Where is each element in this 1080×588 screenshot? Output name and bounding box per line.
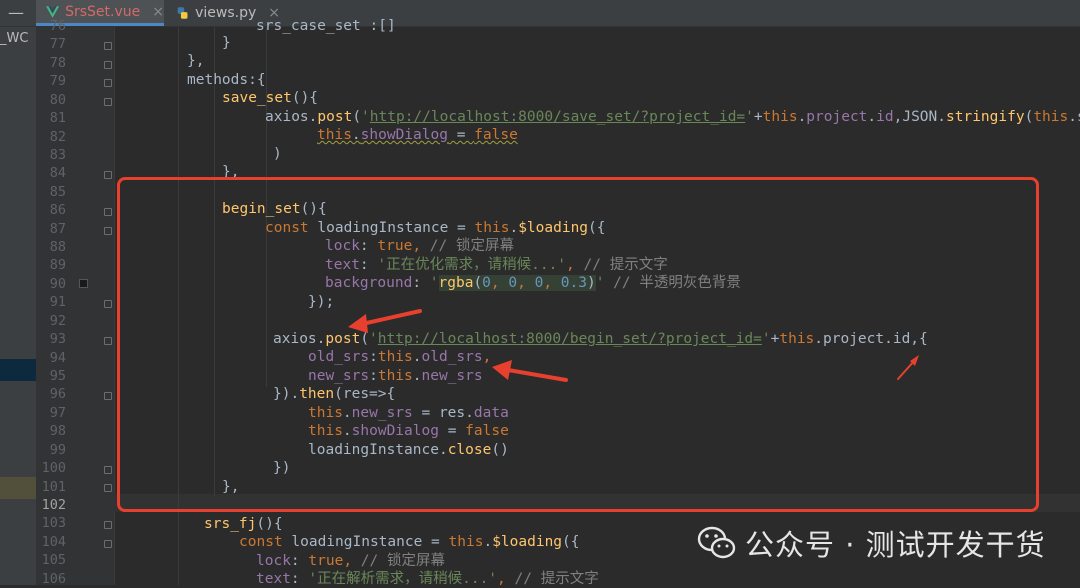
watermark-text: 公众号 · 测试开发干货 (745, 528, 1046, 562)
watermark: 公众号 · 测试开发干货 (697, 522, 1057, 564)
arrow-to-post-icon (348, 309, 422, 333)
arrow-to-params-icon (492, 360, 568, 382)
wechat-icon (697, 526, 736, 559)
arrow-to-brace-icon (897, 355, 919, 380)
annotation-arrows (348, 309, 919, 382)
